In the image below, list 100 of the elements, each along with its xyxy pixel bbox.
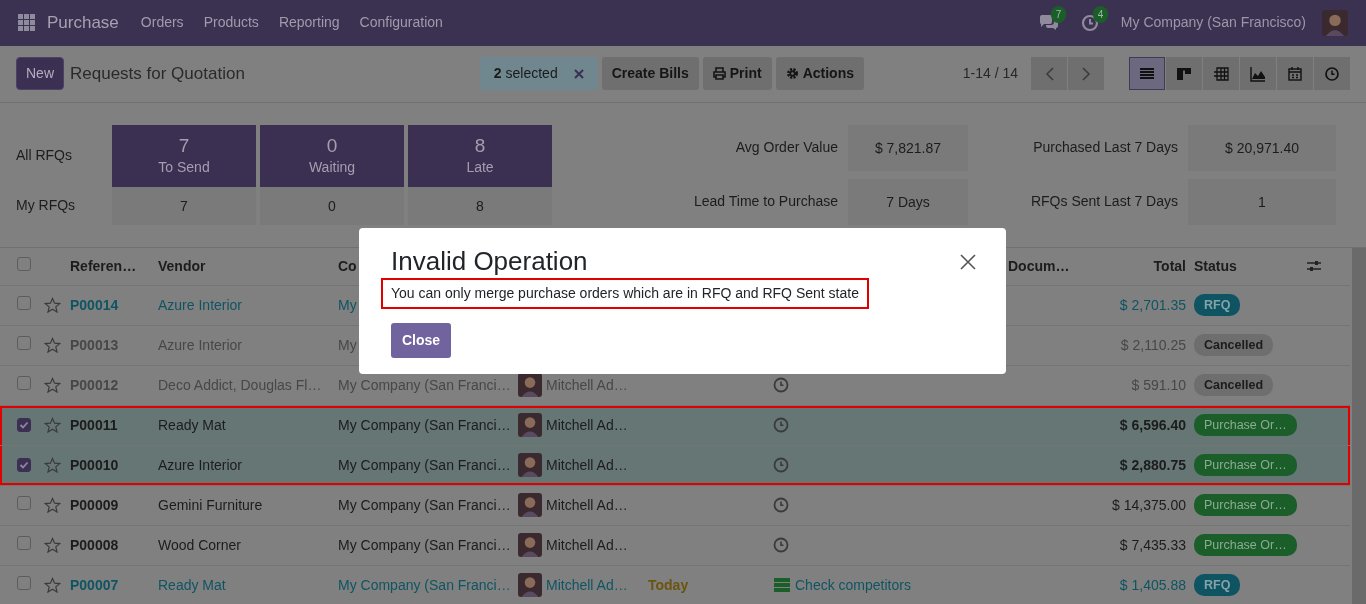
app-title[interactable]: Purchase (47, 10, 119, 36)
previous-button[interactable] (1031, 57, 1067, 91)
count-badge: 7 (1050, 5, 1067, 23)
gear-icon (785, 67, 799, 81)
activity-link[interactable]: Check competitors (773, 574, 1000, 596)
new-button[interactable]: New (16, 57, 64, 91)
checkbox[interactable] (17, 417, 31, 432)
table-cell: My (338, 296, 357, 313)
stat-cell[interactable]: 0 (260, 186, 404, 225)
status-badge: Cancelled (1194, 373, 1274, 397)
table-cell: Azure Interior (158, 336, 243, 353)
clock-icon[interactable] (773, 457, 789, 474)
status-badge: RFQ (1194, 293, 1241, 317)
clock-icon[interactable] (1080, 13, 1099, 32)
view-switch-button[interactable] (1203, 57, 1239, 91)
clock-icon[interactable] (773, 377, 789, 394)
table-cell: P00010 (70, 456, 119, 473)
chevron-right-icon (1081, 66, 1091, 81)
view-switch-button[interactable] (1129, 57, 1165, 91)
selection-button[interactable]: 2 selected (479, 57, 598, 91)
clock-icon[interactable] (773, 497, 789, 514)
table-cell: P00013 (70, 336, 119, 353)
view-switch-button[interactable] (1240, 57, 1276, 91)
table-cell: P00012 (70, 376, 119, 393)
star-icon[interactable] (44, 576, 61, 594)
checkbox[interactable] (17, 495, 31, 510)
checkbox[interactable] (17, 375, 31, 390)
toolbar-button[interactable]: Actions (775, 57, 864, 91)
table-cell: $ 7,435.33 (1119, 536, 1186, 553)
checkbox[interactable] (17, 335, 31, 350)
column-settings-icon[interactable] (1306, 259, 1322, 274)
table-cell: $ 14,375.00 (1112, 496, 1186, 513)
status-badge: Purchase Or… (1194, 493, 1297, 517)
stat-label: Purchased Last 7 Days (1033, 139, 1178, 156)
company-switcher[interactable]: My Company (San Francisco) (1120, 12, 1306, 34)
next-button[interactable] (1068, 57, 1104, 91)
view-switch-button[interactable] (1166, 57, 1202, 91)
table-cell: $ 2,110.25 (1120, 336, 1186, 353)
table-cell: P00011 (70, 416, 118, 433)
clock-icon (1324, 65, 1340, 82)
star-icon[interactable] (44, 336, 61, 354)
table-cell: My Company (San Franci… (338, 536, 511, 553)
apps-menu-icon[interactable] (18, 14, 35, 32)
close-button[interactable] (960, 254, 976, 270)
view-switch-button[interactable] (1314, 57, 1350, 91)
table-cell: $ 6,596.40 (1119, 416, 1186, 433)
stat-label: Avg Order Value (735, 139, 838, 156)
menu-item[interactable]: Reporting (278, 12, 340, 34)
column-header[interactable]: Referen… (70, 257, 137, 274)
toolbar-button[interactable]: Print (702, 57, 772, 91)
column-header[interactable]: Status (1194, 257, 1237, 274)
star-icon[interactable] (44, 456, 61, 474)
stat-cell[interactable]: 7 (112, 186, 256, 225)
table-cell: My (338, 336, 357, 353)
checkbox[interactable] (17, 256, 31, 271)
stat-label: Lead Time to Purchase (694, 193, 838, 210)
table-cell-text: Mitchell Ad… (546, 375, 628, 395)
stat-tile[interactable]: 8 Late (408, 124, 552, 187)
printer-icon (712, 67, 726, 81)
column-header[interactable]: Vendor (158, 257, 206, 274)
close-button[interactable]: Close (391, 323, 452, 358)
clock-icon[interactable] (773, 537, 789, 554)
stat-tile[interactable]: 0 Waiting (260, 124, 404, 187)
table-cell: My Company (San Franci… (338, 576, 511, 593)
row-label: My RFQs (16, 196, 76, 216)
stat-tile[interactable]: 7 To Send (112, 124, 256, 187)
table-cell: Wood Corner (158, 536, 241, 553)
status-badge: Purchase Or… (1194, 413, 1297, 437)
view-switch-button[interactable] (1277, 57, 1313, 91)
page-title: Requests for Quotation (70, 62, 245, 85)
table-cell: My Company (San Franci… (338, 376, 511, 393)
column-header[interactable]: Co (338, 257, 357, 274)
checkbox[interactable] (17, 457, 31, 472)
table-cell: $ 2,880.75 (1119, 456, 1186, 473)
checkbox[interactable] (17, 575, 31, 590)
table-cell: Deco Addict, Douglas Fl… (158, 376, 322, 393)
table-cell: Gemini Furniture (158, 496, 263, 513)
checkbox[interactable] (17, 295, 31, 310)
star-icon[interactable] (44, 376, 61, 394)
checklist-icon (773, 577, 791, 594)
column-header[interactable]: Total (1153, 257, 1186, 274)
star-icon[interactable] (44, 416, 61, 434)
menu-item[interactable]: Products (203, 12, 259, 34)
menu-item[interactable]: Configuration (359, 12, 443, 34)
user-avatar (518, 533, 542, 558)
star-icon[interactable] (44, 536, 61, 554)
table-cell: P00007 (70, 576, 119, 593)
menu-item[interactable]: Orders (140, 12, 184, 34)
clock-icon[interactable] (773, 417, 789, 434)
table-cell-text: Mitchell Ad… (546, 575, 628, 595)
table-cell: Ready Mat (158, 416, 226, 433)
checkbox[interactable] (17, 535, 31, 550)
star-icon[interactable] (44, 296, 61, 314)
error-message: You can only merge purchase orders which are in RFQ and RFQ Sent state (381, 278, 869, 309)
star-icon[interactable] (44, 496, 61, 514)
toolbar-button[interactable]: Create Bills (601, 57, 699, 91)
table-cell: P00009 (70, 496, 119, 513)
stat-cell[interactable]: 8 (408, 186, 552, 225)
table-cell-text: Mitchell Ad… (546, 495, 628, 515)
column-header[interactable]: Docum… (1008, 257, 1070, 274)
